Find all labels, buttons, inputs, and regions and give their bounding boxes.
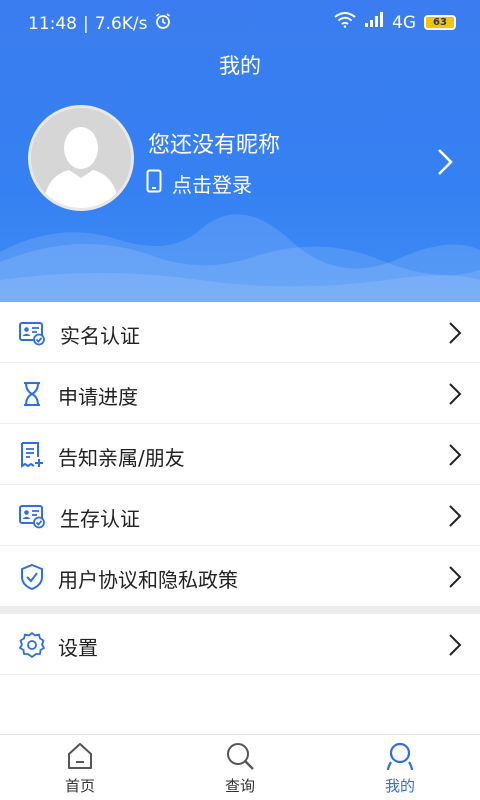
chevron-right-icon xyxy=(448,565,462,593)
chevron-right-icon xyxy=(448,504,462,532)
user-icon xyxy=(385,741,415,771)
signal-icon xyxy=(364,12,384,33)
tab-mine[interactable]: 我的 xyxy=(320,735,480,800)
default-avatar-icon xyxy=(31,108,131,208)
menu-item-survival-auth[interactable]: 生存认证 xyxy=(0,485,480,546)
id-card-check-icon xyxy=(18,319,46,347)
profile-header: 11:48 | 7.6K/s 4G 63 我的 您还没有昵称 点击登录 xyxy=(0,0,480,302)
menu-label: 用户协议和隐私政策 xyxy=(58,568,238,592)
menu-label: 生存认证 xyxy=(60,507,140,531)
phone-icon xyxy=(146,169,162,198)
tab-mine-label: 我的 xyxy=(384,777,415,795)
status-speed: 7.6K/s xyxy=(94,13,148,34)
search-icon xyxy=(225,741,255,771)
menu-item-notify-family[interactable]: 告知亲属/朋友 xyxy=(0,424,480,485)
menu-item-user-agreement-privacy[interactable]: 用户协议和隐私政策 xyxy=(0,546,480,607)
wifi-icon xyxy=(334,12,356,33)
chevron-right-icon[interactable] xyxy=(434,147,456,181)
shield-check-icon xyxy=(18,563,46,591)
section-divider xyxy=(0,607,480,614)
header-wave-decoration xyxy=(0,214,480,302)
tab-search-label: 查询 xyxy=(224,777,255,795)
bottom-nav: 首页 查询 我的 xyxy=(0,734,480,800)
status-left: 11:48 | 7.6K/s xyxy=(28,12,172,35)
chevron-right-icon xyxy=(448,321,462,349)
login-link[interactable]: 点击登录 xyxy=(146,169,252,198)
avatar[interactable] xyxy=(28,105,134,211)
chevron-right-icon xyxy=(448,382,462,410)
network-type: 4G xyxy=(392,12,416,33)
document-add-icon xyxy=(18,441,46,469)
tab-search[interactable]: 查询 xyxy=(160,735,320,800)
tab-home[interactable]: 首页 xyxy=(0,735,160,800)
nickname: 您还没有昵称 xyxy=(148,133,281,158)
menu-label: 申请进度 xyxy=(58,385,138,409)
menu-label: 设置 xyxy=(58,636,98,660)
menu-item-settings[interactable]: 设置 xyxy=(0,614,480,675)
battery-level: 63 xyxy=(433,17,447,28)
menu-item-application-progress[interactable]: 申请进度 xyxy=(0,363,480,424)
menu-list: 实名认证 申请进度 告知亲属/朋友 生存认证 用户协议和隐私政策 设置 xyxy=(0,302,480,675)
chevron-right-icon xyxy=(448,443,462,471)
status-time: 11:48 xyxy=(28,13,77,34)
alarm-icon xyxy=(154,12,172,35)
tab-home-label: 首页 xyxy=(64,777,95,795)
chevron-right-icon xyxy=(448,633,462,661)
status-bar: 11:48 | 7.6K/s 4G 63 xyxy=(0,0,480,44)
menu-item-real-name-auth[interactable]: 实名认证 xyxy=(0,302,480,363)
page-title: 我的 xyxy=(219,54,261,78)
id-card-check-icon xyxy=(18,502,46,530)
hourglass-icon xyxy=(18,380,46,408)
menu-label: 实名认证 xyxy=(60,324,140,348)
status-right: 4G 63 xyxy=(334,12,456,33)
profile-card[interactable]: 您还没有昵称 点击登录 xyxy=(0,105,480,215)
login-label: 点击登录 xyxy=(172,173,252,197)
status-divider: | xyxy=(83,13,89,34)
gear-icon xyxy=(18,631,46,659)
menu-label: 告知亲属/朋友 xyxy=(58,446,185,470)
battery-icon: 63 xyxy=(424,15,456,30)
home-icon xyxy=(65,741,95,771)
